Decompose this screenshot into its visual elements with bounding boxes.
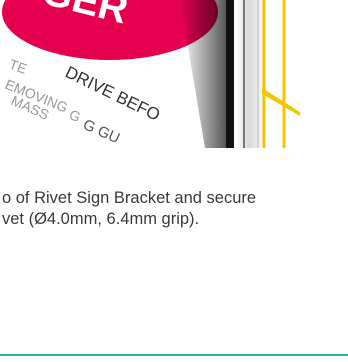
instruction-line-1: o of Rivet Sign Bracket and secure bbox=[2, 189, 257, 207]
instruction-line-2: vet (Ø4.0mm, 6.4mm grip). bbox=[2, 210, 200, 228]
instruction-text: o of Rivet Sign Bracket and secure vet (… bbox=[2, 188, 348, 230]
section-divider bbox=[0, 354, 348, 356]
sign-bracket-photo: GER TE EMOVING MASS G DRIVE BEFO G GU bbox=[0, 0, 348, 148]
